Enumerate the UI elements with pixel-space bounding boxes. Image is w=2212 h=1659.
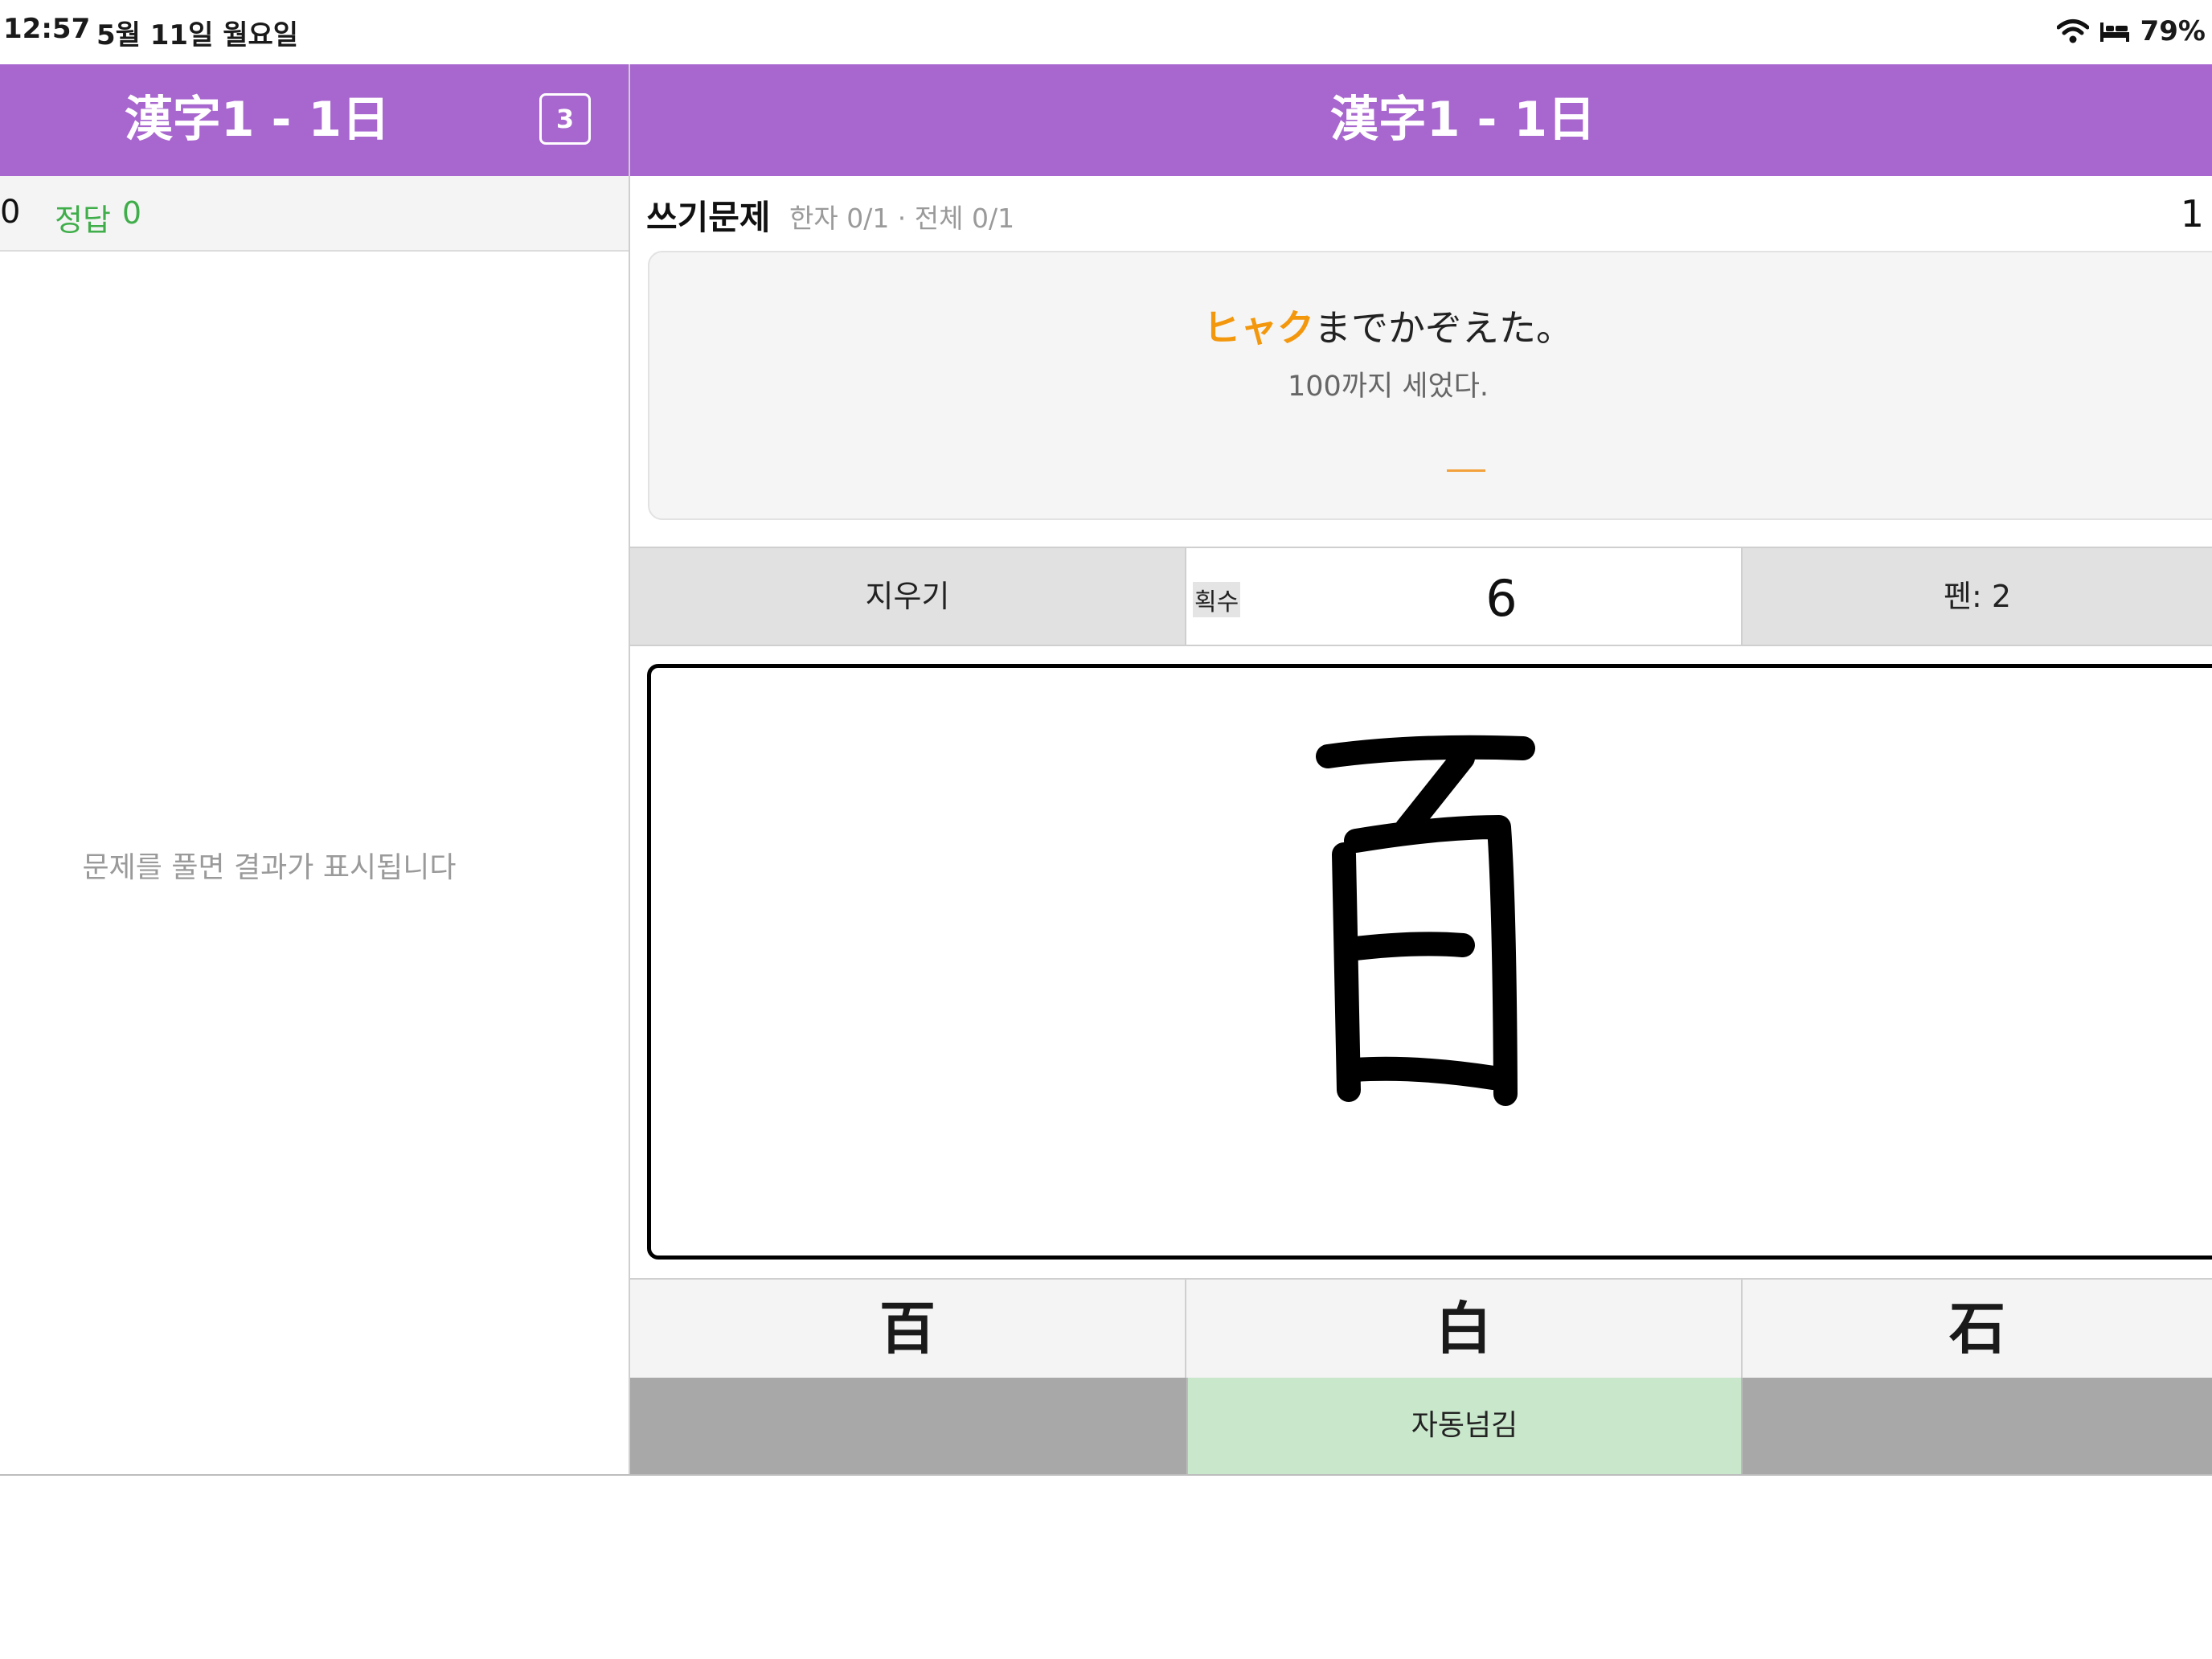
correct-count: 정답 0 [55, 195, 141, 240]
question-info: 쓰기문제 한자 0/1 · 전체 0/1 1 [630, 176, 2212, 250]
drawing-canvas[interactable] [647, 664, 2212, 1260]
handwritten-strokes [1316, 735, 1535, 1106]
prompt-translation: 100까지 세었다. [1287, 371, 1489, 403]
choice-button-3[interactable]: 石 [1743, 1280, 2212, 1378]
status-right: 79% [2056, 11, 2206, 51]
previous-button[interactable] [630, 1378, 1186, 1474]
panel-divider [629, 64, 630, 1476]
status-date: 5월 11일 월요일 [96, 19, 299, 51]
score-bar: 0 정답 0 [0, 176, 629, 252]
status-time: 12:57 [3, 13, 91, 45]
action-row: 자동넘김 [630, 1378, 2212, 1474]
erase-button[interactable]: 지우기 [630, 548, 1186, 645]
wifi-icon [2056, 18, 2089, 44]
choice-row: 百 白 石 [630, 1278, 2212, 1378]
next-button[interactable] [1743, 1378, 2212, 1474]
main-header: 漢字1 - 1日 [630, 64, 2212, 176]
stroke-count: 획수 6 [1186, 548, 1743, 645]
prompt-rest: までかぞえた。 [1314, 306, 1573, 350]
choice-button-3-label: 石 [1949, 1296, 2005, 1362]
status-bar: 12:57 5월 11일 월요일 79% [0, 0, 2212, 64]
control-row: 지우기 획수 6 펜: 2 [630, 547, 2212, 646]
correct-label: 정답 [55, 203, 111, 238]
bottom-border [0, 1474, 2212, 1476]
auto-advance-toggle[interactable]: 자동넘김 [1186, 1378, 1743, 1474]
main-title: 漢字1 - 1日 [1329, 92, 1596, 148]
stroke-count-value: 6 [1485, 569, 1518, 628]
left-header: 漢字1 - 1日 3 [0, 64, 629, 176]
question-progress: 한자 0/1 · 전체 0/1 [789, 203, 1015, 234]
left-title: 漢字1 - 1日 [124, 92, 391, 148]
question-number: 1 [2180, 192, 2204, 236]
pen-size-button[interactable]: 펜: 2 [1743, 548, 2212, 645]
count-badge[interactable]: 3 [539, 93, 591, 145]
correct-value: 0 [121, 195, 142, 231]
bed-icon [2099, 19, 2131, 43]
score-total: 0 [0, 194, 21, 231]
battery-text: 79% [2140, 15, 2206, 47]
choice-button-1[interactable]: 百 [630, 1280, 1186, 1378]
empty-results-message: 문제를 풀면 결과가 표시됩니다 [82, 851, 457, 884]
prompt-sentence: ヒャクまでかぞえた。 [649, 299, 2127, 352]
prompt-card: ヒャクまでかぞえた。 100까지 세었다. [648, 251, 2212, 520]
answer-blank [1447, 469, 1485, 472]
prompt-highlight: ヒャク [1203, 306, 1314, 350]
question-type: 쓰기문제 [646, 198, 771, 237]
choice-button-2[interactable]: 白 [1186, 1280, 1743, 1378]
